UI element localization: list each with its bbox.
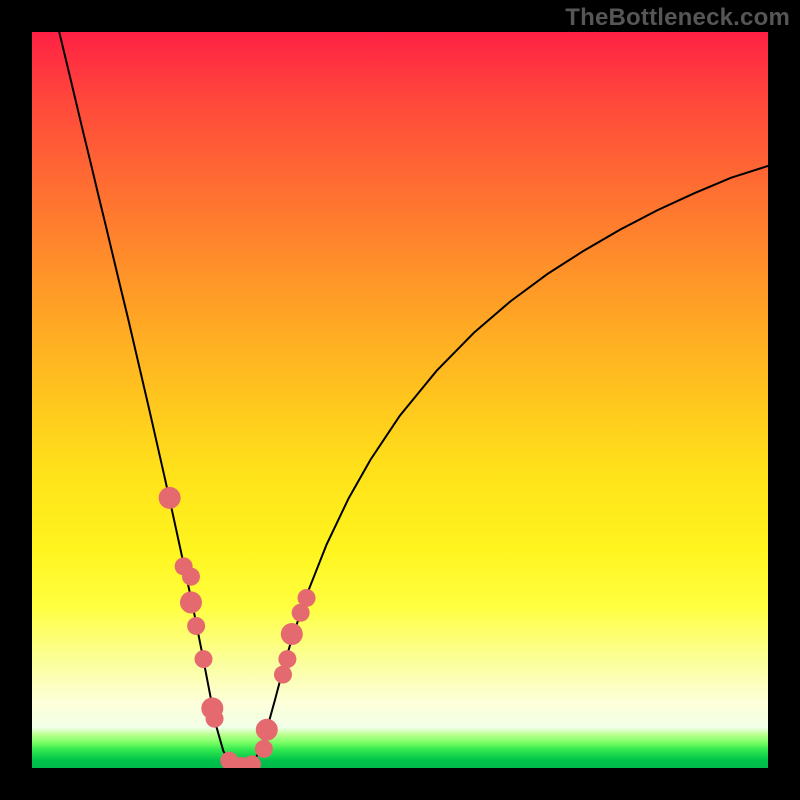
marker-dot [206,710,224,728]
bottleneck-plot [0,0,800,800]
marker-dot [194,650,212,668]
marker-dot [255,740,273,758]
marker-dot [298,589,316,607]
marker-dot [278,650,296,668]
marker-dot [256,719,278,741]
watermark-text: TheBottleneck.com [565,4,790,32]
gradient-panel [32,32,768,768]
marker-dot [281,623,303,645]
marker-dot [274,666,292,684]
marker-dot [182,568,200,586]
chart-stage: TheBottleneck.com [0,0,800,800]
marker-dot [180,591,202,613]
marker-dot [159,487,181,509]
marker-dot [187,617,205,635]
